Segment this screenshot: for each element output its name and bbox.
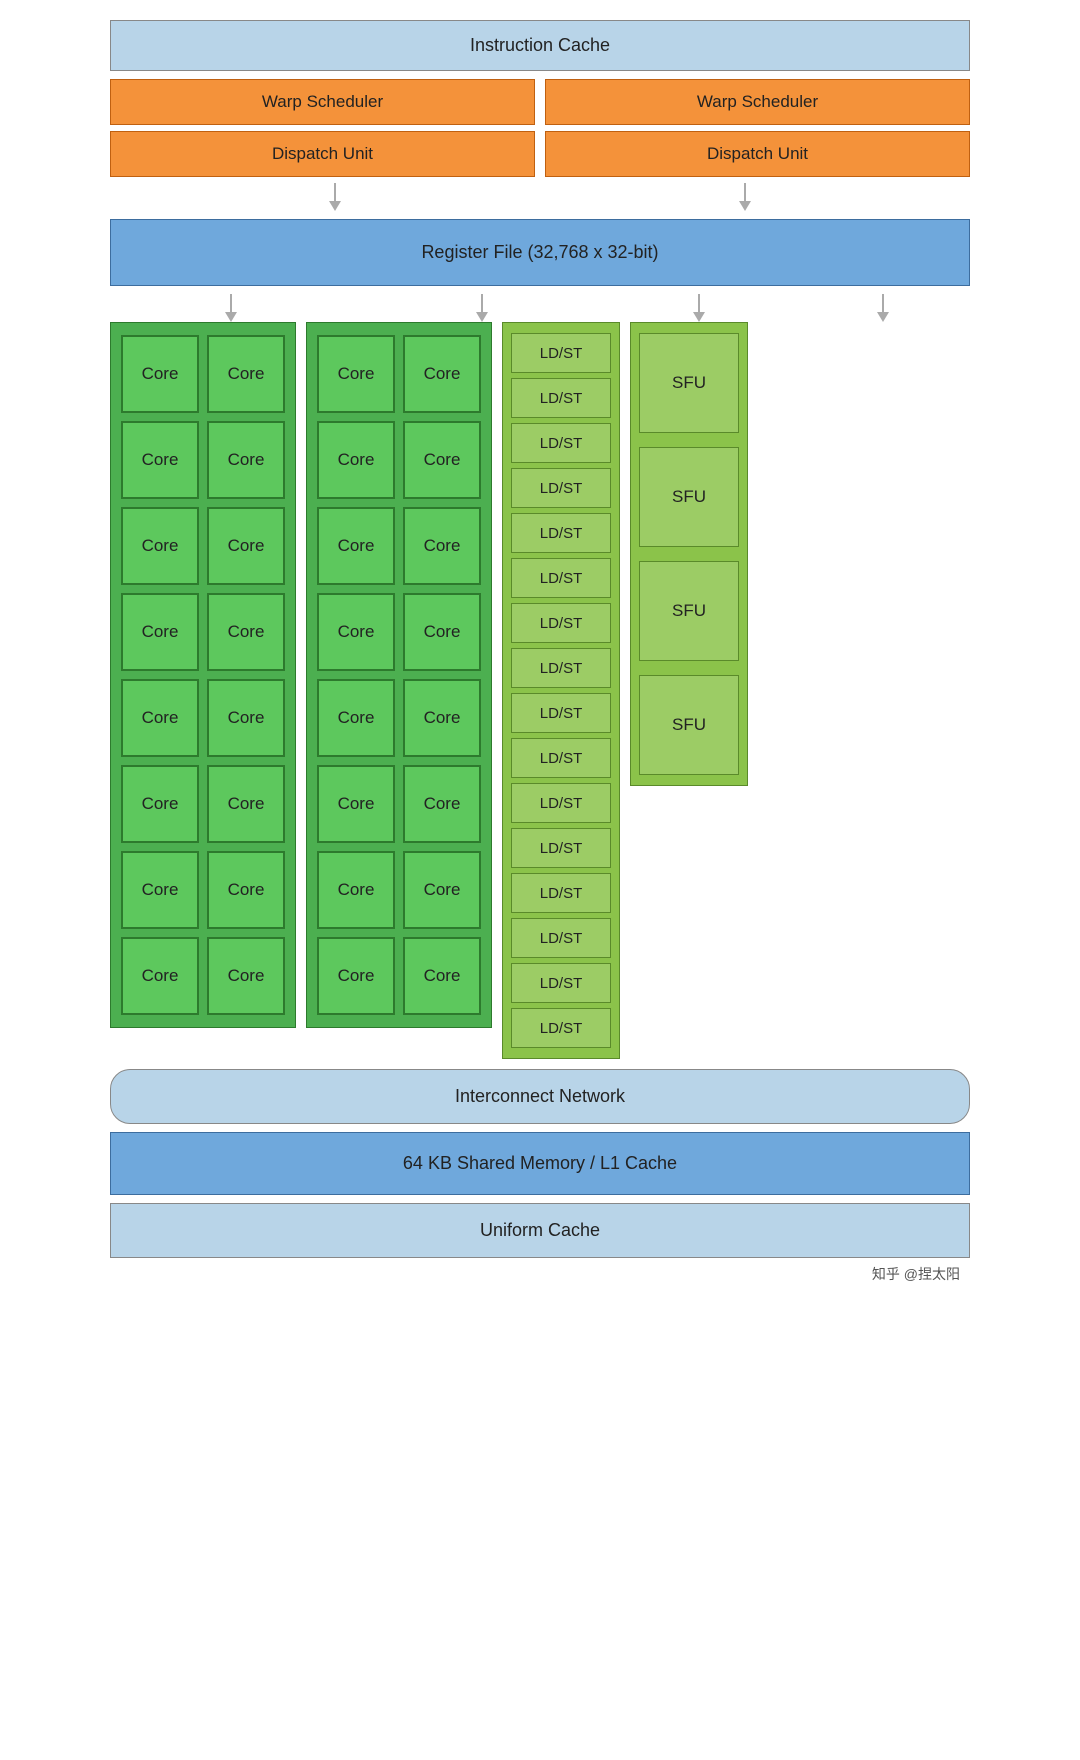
core-cell: Core	[207, 679, 285, 757]
arrow-col4	[824, 294, 942, 322]
core-cell: Core	[317, 679, 395, 757]
core-row-1-1: Core Core	[121, 335, 285, 413]
ldst-cell: LD/ST	[511, 693, 611, 733]
core-cell: Core	[317, 507, 395, 585]
shared-memory-label: 64 KB Shared Memory / L1 Cache	[403, 1153, 677, 1173]
warp-scheduler-1: Warp Scheduler	[110, 79, 535, 125]
core-cell: Core	[317, 851, 395, 929]
ldst-cell: LD/ST	[511, 423, 611, 463]
core-row-1-4: Core Core	[121, 593, 285, 671]
main-columns-area: Core Core Core Core Core Core Core Core …	[110, 322, 970, 1059]
warp-scheduler-2: Warp Scheduler	[545, 79, 970, 125]
core-cell: Core	[403, 851, 481, 929]
dispatch-unit-1: Dispatch Unit	[110, 131, 535, 177]
ldst-column: LD/ST LD/ST LD/ST LD/ST LD/ST LD/ST LD/S…	[502, 322, 620, 1059]
core-cell: Core	[317, 937, 395, 1015]
ldst-cell: LD/ST	[511, 1008, 611, 1048]
register-file-block: Register File (32,768 x 32-bit)	[110, 219, 970, 286]
ldst-cell: LD/ST	[511, 603, 611, 643]
ldst-cell: LD/ST	[511, 513, 611, 553]
core-row-1-3: Core Core	[121, 507, 285, 585]
ldst-cell: LD/ST	[511, 738, 611, 778]
uniform-cache-block: Uniform Cache	[110, 1203, 970, 1258]
ldst-cell: LD/ST	[511, 918, 611, 958]
ldst-cell: LD/ST	[511, 783, 611, 823]
ldst-cell: LD/ST	[511, 828, 611, 868]
ldst-cell: LD/ST	[511, 963, 611, 1003]
core-cell: Core	[207, 593, 285, 671]
core-column-2: Core Core Core Core Core Core Core Core …	[306, 322, 492, 1028]
shared-memory-block: 64 KB Shared Memory / L1 Cache	[110, 1132, 970, 1195]
core-cell: Core	[207, 507, 285, 585]
arrow-col2	[389, 294, 574, 322]
core-cell: Core	[121, 335, 199, 413]
warp-scheduler-row: Warp Scheduler Warp Scheduler	[110, 79, 970, 125]
core-column-1: Core Core Core Core Core Core Core Core …	[110, 322, 296, 1028]
ldst-cell: LD/ST	[511, 873, 611, 913]
core-cell: Core	[207, 851, 285, 929]
core-row-1-2: Core Core	[121, 421, 285, 499]
core-cell: Core	[121, 593, 199, 671]
core-row-1-7: Core Core	[121, 851, 285, 929]
register-file-label: Register File (32,768 x 32-bit)	[421, 242, 658, 262]
core-cell: Core	[403, 335, 481, 413]
core-cell: Core	[121, 765, 199, 843]
instruction-cache-block: Instruction Cache	[110, 20, 970, 71]
arrow-dispatch-left	[329, 183, 341, 211]
sfu-cell-3: SFU	[639, 561, 739, 661]
dispatch-arrows-row	[110, 183, 970, 211]
uniform-cache-label: Uniform Cache	[480, 1220, 600, 1240]
arrow-col1	[138, 294, 323, 322]
core-cell: Core	[121, 851, 199, 929]
diagram-container: Instruction Cache Warp Scheduler Warp Sc…	[110, 20, 970, 1284]
ldst-cell: LD/ST	[511, 648, 611, 688]
ldst-cell: LD/ST	[511, 468, 611, 508]
interconnect-block: Interconnect Network	[110, 1069, 970, 1124]
dispatch-unit-row: Dispatch Unit Dispatch Unit	[110, 131, 970, 177]
instruction-cache-label: Instruction Cache	[470, 35, 610, 55]
arrow-dispatch-right	[739, 183, 751, 211]
core-cell: Core	[121, 421, 199, 499]
ldst-cell: LD/ST	[511, 378, 611, 418]
dispatch-unit-2: Dispatch Unit	[545, 131, 970, 177]
watermark-text: 知乎 @捏太阳	[872, 1264, 960, 1284]
sfu-cell-1: SFU	[639, 333, 739, 433]
core-cell: Core	[403, 507, 481, 585]
sfu-cell-4: SFU	[639, 675, 739, 775]
register-arrows-row	[110, 294, 970, 322]
core-cell: Core	[403, 421, 481, 499]
core-row-1-6: Core Core	[121, 765, 285, 843]
core-cell: Core	[403, 679, 481, 757]
core-cell: Core	[403, 937, 481, 1015]
core-cell: Core	[207, 937, 285, 1015]
core-row-1-5: Core Core	[121, 679, 285, 757]
core-cell: Core	[121, 937, 199, 1015]
watermark-area: 知乎 @捏太阳	[110, 1258, 970, 1284]
core-cell: Core	[317, 335, 395, 413]
core-cell: Core	[317, 593, 395, 671]
core-cell: Core	[121, 507, 199, 585]
core-cell: Core	[207, 335, 285, 413]
sfu-cell-2: SFU	[639, 447, 739, 547]
core-cell: Core	[317, 421, 395, 499]
interconnect-label: Interconnect Network	[455, 1086, 625, 1106]
core-cell: Core	[403, 593, 481, 671]
core-cell: Core	[121, 679, 199, 757]
arrow-col3	[640, 294, 758, 322]
core-cell: Core	[403, 765, 481, 843]
core-cell: Core	[207, 421, 285, 499]
core-row-1-8: Core Core	[121, 937, 285, 1015]
ldst-cell: LD/ST	[511, 558, 611, 598]
core-cell: Core	[207, 765, 285, 843]
ldst-cell: LD/ST	[511, 333, 611, 373]
core-cell: Core	[317, 765, 395, 843]
sfu-column: SFU SFU SFU SFU	[630, 322, 748, 786]
